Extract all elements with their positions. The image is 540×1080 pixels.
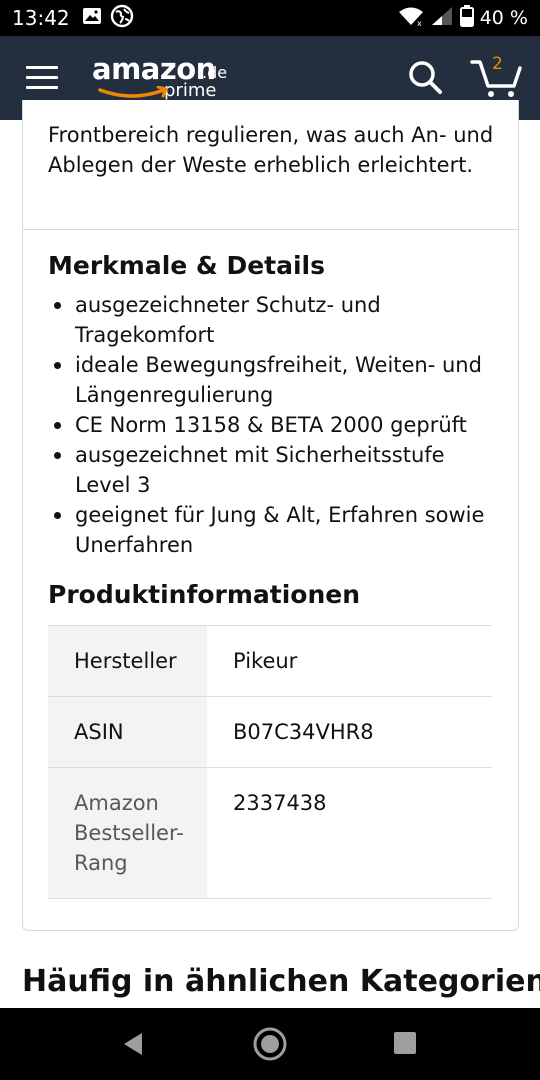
search-icon[interactable]: [408, 60, 444, 96]
navigation-bar: [0, 1008, 540, 1080]
card-divider: [23, 229, 518, 230]
table-key: Amazon Bestseller-Rang: [48, 767, 207, 899]
list-item: CE Norm 13158 & BETA 2000 geprüft: [48, 410, 498, 440]
cart-button[interactable]: 2: [470, 54, 522, 100]
table-value: Pikeur: [233, 649, 298, 673]
product-info-title: Produktinformationen: [48, 580, 361, 609]
signal-icon: [430, 6, 454, 31]
table-row: ASIN B07C34VHR8: [48, 696, 492, 768]
table-key: ASIN: [48, 696, 207, 768]
table-value: 2337438: [233, 791, 327, 815]
cart-count: 2: [492, 54, 503, 74]
battery-percent: 40 %: [479, 7, 528, 29]
table-value: B07C34VHR8: [233, 720, 374, 744]
list-item: geeignet für Jung & Alt, Erfahren sowie …: [48, 500, 498, 560]
description-text: Frontbereich regulieren, was auch An- un…: [48, 123, 494, 177]
table-row: Amazon Bestseller-Rang 2337438: [48, 767, 492, 899]
globe-icon: [110, 4, 134, 33]
product-info-table: Hersteller Pikeur ASIN B07C34VHR8 Amazon…: [48, 625, 492, 899]
similar-categories-title: Häufig in ähnlichen Kategorien: [22, 964, 540, 999]
feature-list: ausgezeichneter Schutz- und Tragekomfort…: [48, 290, 498, 560]
image-icon: [82, 7, 102, 30]
list-item: ausgezeichneter Schutz- und Tragekomfort: [48, 290, 498, 350]
status-time: 13:42: [12, 6, 70, 30]
table-key: Hersteller: [48, 625, 207, 697]
list-item: ideale Bewegungsfreiheit, Weiten- und Lä…: [48, 350, 498, 410]
table-row: Hersteller Pikeur: [48, 625, 492, 697]
logo-prime: prime: [164, 80, 217, 101]
status-bar: 13:42 x 40 %: [0, 0, 540, 36]
back-icon[interactable]: [122, 1032, 144, 1061]
recent-apps-icon[interactable]: [394, 1032, 416, 1054]
features-title: Merkmale & Details: [48, 251, 325, 280]
hamburger-menu-icon[interactable]: [26, 66, 58, 90]
home-icon[interactable]: [252, 1026, 288, 1067]
wifi-icon: x: [398, 6, 424, 31]
list-item: ausgezeichnet mit Sicherheitsstufe Level…: [48, 440, 498, 500]
svg-text:x: x: [417, 19, 422, 26]
battery-icon: [459, 4, 474, 32]
